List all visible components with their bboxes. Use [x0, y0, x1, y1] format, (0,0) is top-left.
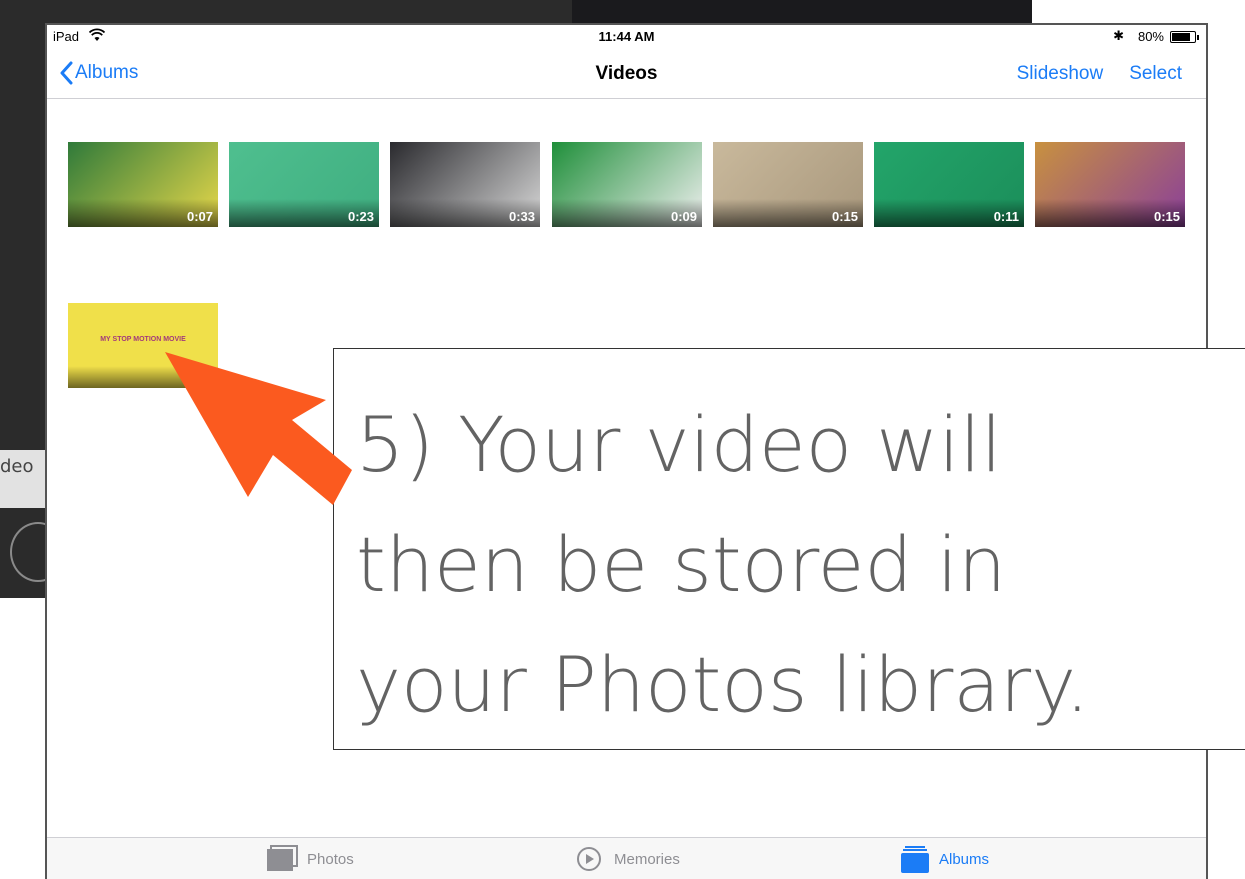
video-duration: 0:33: [508, 209, 535, 224]
memories-icon: [577, 847, 601, 871]
tab-label: Memories: [614, 850, 680, 868]
tab-label: Photos: [307, 850, 354, 868]
video-duration: 0:07: [186, 209, 213, 224]
video-thumbnail[interactable]: 0:15: [1035, 142, 1185, 227]
stop-motion-movie-thumbnail[interactable]: MY STOP MOTION MOVIE: [68, 303, 218, 388]
navigation-bar: Albums Videos Slideshow Select: [47, 49, 1206, 99]
video-thumbnail[interactable]: 0:07: [68, 142, 218, 227]
tab-label: Albums: [939, 850, 990, 868]
movie-title: MY STOP MOTION MOVIE: [100, 336, 186, 343]
background-app-label: deo: [0, 456, 34, 477]
slideshow-button[interactable]: Slideshow: [1017, 63, 1104, 85]
tab-bar: Photos Memories Albums: [47, 837, 1206, 879]
video-grid: 0:07 0:23 0:33 0:09 0:15 0:11 0:15: [68, 142, 1185, 227]
instruction-text: 5) Your video will then be stored in you…: [356, 400, 1090, 729]
albums-icon: [901, 846, 929, 873]
photos-stack-icon: [267, 845, 298, 871]
video-thumbnail[interactable]: 0:23: [229, 142, 379, 227]
bluetooth-icon: ✱: [1113, 28, 1124, 43]
instruction-callout: 5) Your video will then be stored in you…: [333, 348, 1245, 750]
status-bar: iPad 11:44 AM ✱ 80%: [47, 25, 1206, 49]
video-thumbnail[interactable]: 0:33: [390, 142, 540, 227]
tab-photos[interactable]: Photos: [265, 844, 354, 874]
background-app-header-dark: [572, 0, 1032, 24]
video-duration: 0:09: [670, 209, 697, 224]
video-duration: 0:23: [347, 209, 374, 224]
video-thumbnail[interactable]: 0:09: [552, 142, 702, 227]
nav-actions: Slideshow Select: [1017, 63, 1182, 85]
battery-icon: [1170, 31, 1199, 43]
select-button[interactable]: Select: [1129, 63, 1182, 85]
video-thumbnail[interactable]: 0:15: [713, 142, 863, 227]
video-duration: 0:11: [993, 209, 1019, 224]
video-duration: 0:15: [1153, 209, 1180, 224]
video-thumbnail[interactable]: 0:11: [874, 142, 1024, 227]
background-app-panel: [0, 0, 45, 598]
background-app-header: [45, 0, 575, 24]
status-time: 11:44 AM: [598, 29, 655, 44]
tab-albums[interactable]: Albums: [897, 844, 989, 874]
tab-memories[interactable]: Memories: [572, 844, 680, 874]
battery-percent: 80%: [1137, 29, 1164, 44]
video-duration: 0:15: [831, 209, 858, 224]
